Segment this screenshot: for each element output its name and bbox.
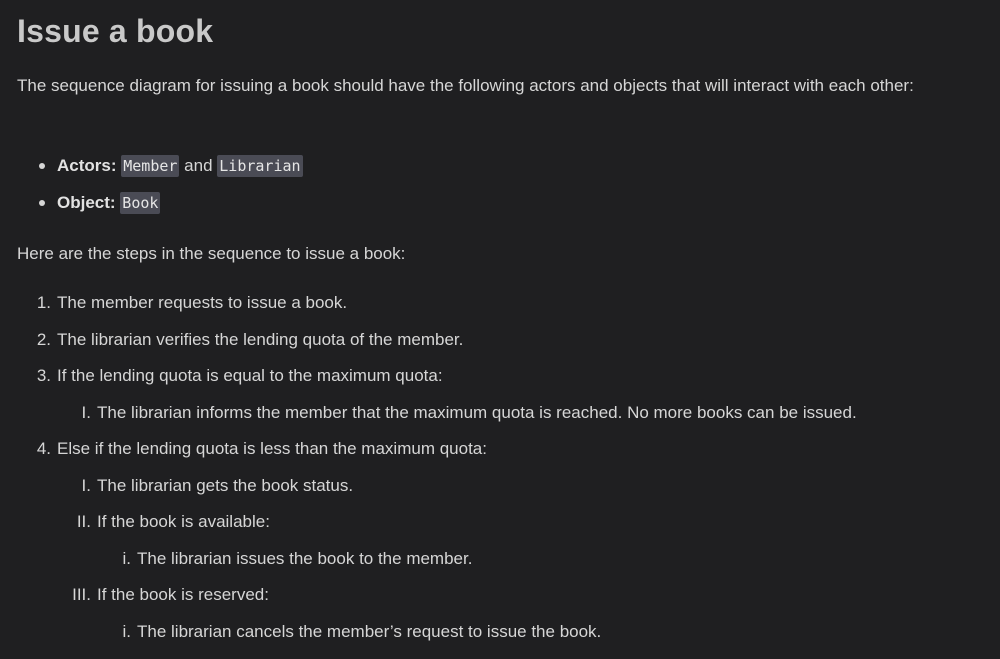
list-marker: 4. (36, 439, 51, 458)
list-marker: 1. (36, 293, 51, 312)
list-marker: II. (76, 512, 91, 531)
list-item-text: The librarian gets the book status. (97, 476, 354, 495)
steps-intro: Here are the steps in the sequence to is… (17, 244, 406, 263)
code-book: Book (120, 192, 161, 214)
list-marker: I. (81, 403, 91, 422)
list-marker: I. (81, 476, 91, 495)
code-librarian: Librarian (217, 155, 303, 177)
bullet-actors: Actors: Member and Librarian (57, 155, 303, 177)
object-label: Object: (57, 193, 116, 212)
and-text: and (184, 156, 213, 175)
list-item-text: Else if the lending quota is less than t… (57, 439, 487, 458)
list-item-text: If the book is available: (97, 512, 270, 531)
list-item-text: If the book is reserved: (97, 585, 269, 604)
list-item-text: The librarian cancels the member’s reque… (137, 622, 602, 641)
code-member: Member (121, 155, 180, 177)
list-item-text: The member requests to issue a book. (57, 293, 348, 312)
list-marker: i. (122, 622, 132, 641)
list-item-text: The librarian issues the book to the mem… (137, 549, 473, 568)
list-marker: III. (72, 585, 91, 604)
page-title: Issue a book (17, 13, 214, 49)
intro-paragraph: The sequence diagram for issuing a book … (17, 76, 914, 95)
list-marker: 2. (36, 330, 51, 349)
actors-label: Actors: (57, 156, 117, 175)
bullet-object: Object: Book (57, 192, 161, 214)
list-item-text: The librarian informs the member that th… (97, 403, 857, 422)
bullet-dot-icon (39, 163, 45, 169)
list-marker: 3. (36, 366, 51, 385)
list-item-text: The librarian verifies the lending quota… (57, 330, 464, 349)
list-item-text: If the lending quota is equal to the max… (57, 366, 443, 385)
bullet-dot-icon (39, 200, 45, 206)
list-marker: i. (122, 549, 132, 568)
